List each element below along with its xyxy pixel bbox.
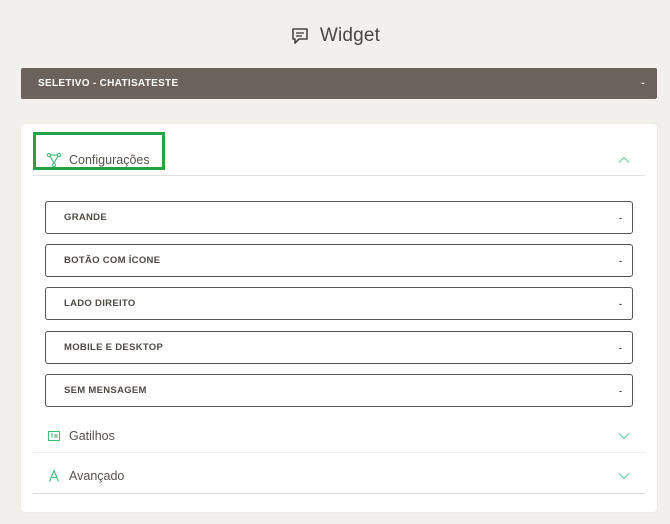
size-select[interactable]: GRANDE - [45, 201, 633, 234]
message-select-value: SEM MENSAGEM [64, 385, 147, 396]
channel-select-caret: - [641, 78, 645, 89]
message-select[interactable]: SEM MENSAGEM - [45, 374, 633, 407]
settings-card: Configurações GRANDE - BOTÃO COM ÍCONE -… [21, 124, 657, 512]
message-select-caret: - [619, 385, 622, 396]
trigger-box-icon [47, 429, 61, 443]
button-style-select-caret: - [619, 255, 622, 266]
section-label-gatilhos: Gatilhos [69, 428, 115, 443]
chat-bubble-icon [290, 26, 310, 46]
chevron-down-icon[interactable] [617, 429, 631, 443]
page-title: Widget [319, 25, 381, 46]
device-select-value: MOBILE E DESKTOP [64, 342, 164, 353]
channel-select-value: SELETIVO - CHATISATESTE [38, 78, 179, 89]
button-style-select[interactable]: BOTÃO COM ÍCONE - [45, 244, 633, 277]
page-header: Widget [0, 22, 670, 50]
device-select-caret: - [619, 342, 622, 353]
chevron-down-icon[interactable] [617, 469, 631, 483]
device-select[interactable]: MOBILE E DESKTOP - [45, 331, 633, 364]
section-header-configuracoes[interactable]: Configurações [33, 144, 645, 176]
position-select-caret: - [619, 298, 622, 309]
position-select[interactable]: LADO DIREITO - [45, 287, 633, 320]
letter-a-icon [47, 468, 61, 483]
chevron-up-icon[interactable] [617, 153, 631, 167]
section-header-avancado[interactable]: Avançado [33, 458, 645, 494]
size-select-caret: - [619, 212, 622, 223]
position-select-value: LADO DIREITO [64, 298, 136, 309]
section-header-gatilhos[interactable]: Gatilhos [33, 419, 645, 453]
vector-nodes-icon [47, 152, 61, 167]
section-label-avancado: Avançado [69, 468, 125, 483]
channel-select[interactable]: SELETIVO - CHATISATESTE - [21, 68, 657, 99]
button-style-select-value: BOTÃO COM ÍCONE [64, 255, 161, 266]
section-label-configuracoes: Configurações [69, 152, 150, 167]
size-select-value: GRANDE [64, 212, 107, 223]
